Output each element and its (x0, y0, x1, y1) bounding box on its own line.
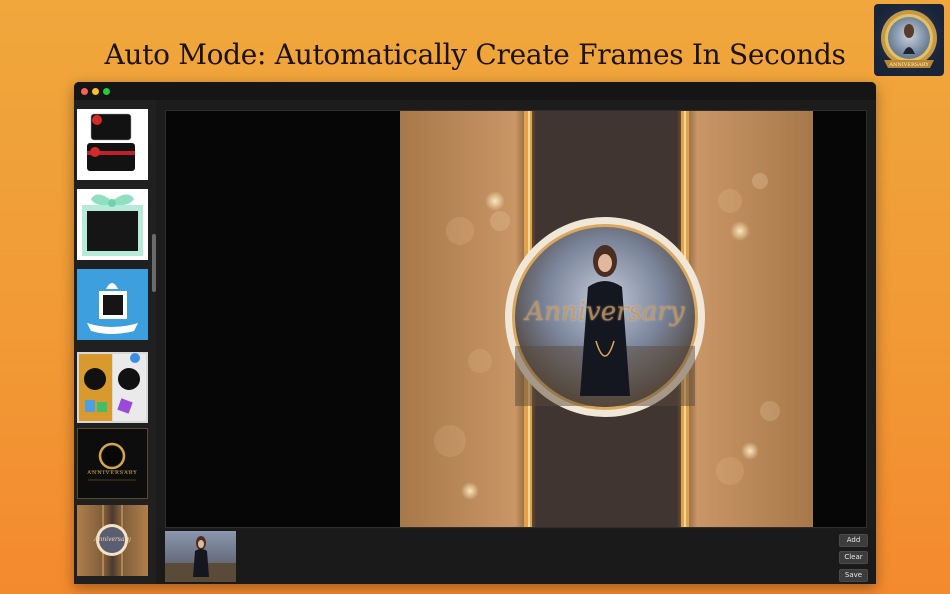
photo-thumbnail[interactable] (165, 531, 236, 582)
save-button[interactable]: Save (839, 569, 868, 582)
frame-thumb-anniversary-gold[interactable]: Anniversary (77, 505, 148, 576)
zoom-window-button[interactable] (103, 88, 110, 95)
page-headline: Auto Mode: Automatically Create Frames I… (104, 38, 846, 71)
preview-overlay-text: Anniversary (525, 297, 685, 327)
photo-strip (156, 530, 876, 584)
frame-template-sidebar: ANNIVERSARY Anniversary (74, 100, 156, 584)
frame-preview-canvas: Anniversary (400, 111, 813, 527)
frame-thumb-green-gift[interactable] (77, 189, 148, 260)
add-button[interactable]: Add (839, 534, 868, 547)
frame-thumb-blue-gift[interactable] (77, 269, 148, 340)
anniversary-gold-caption: Anniversary (94, 536, 131, 543)
app-icon-caption: ANNIVERSARY (888, 62, 929, 68)
close-window-button[interactable] (81, 88, 88, 95)
title-bar (74, 82, 876, 100)
sidebar-scrollbar[interactable] (152, 234, 156, 292)
minimize-window-button[interactable] (92, 88, 99, 95)
frame-thumb-anniversary-black[interactable]: ANNIVERSARY (77, 428, 148, 499)
anniversary-black-caption: ANNIVERSARY (87, 470, 138, 476)
frame-thumb-collage[interactable] (77, 352, 148, 423)
frame-thumb-ribbon-cards[interactable] (77, 109, 148, 180)
app-window: ANNIVERSARY Anniversary Anniversary Add … (74, 82, 876, 584)
clear-button[interactable]: Clear (839, 551, 868, 564)
preview-stage: Anniversary (165, 110, 867, 528)
app-icon: ANNIVERSARY (874, 4, 944, 76)
